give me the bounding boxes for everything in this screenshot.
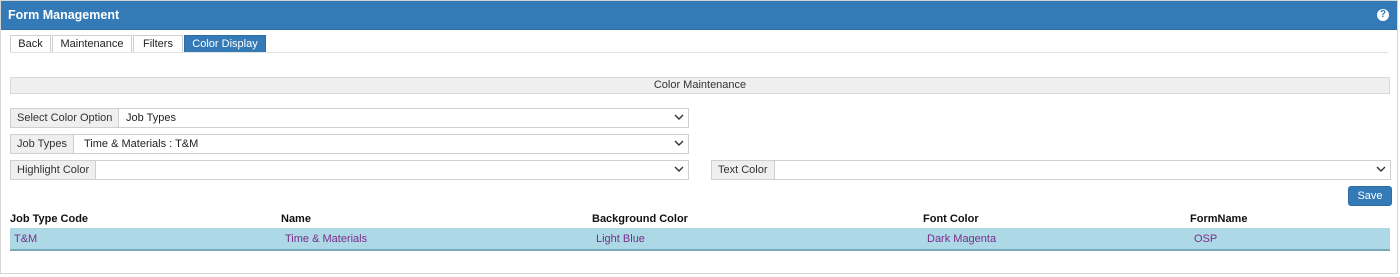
column-header-background-color[interactable]: Background Color — [592, 213, 688, 225]
tab-color-display[interactable]: Color Display — [184, 35, 266, 52]
text-color-select[interactable]: Text Color — [711, 160, 1391, 180]
cell-name: Time & Materials — [285, 233, 368, 245]
highlight-color-select[interactable]: Highlight Color — [10, 160, 689, 180]
tab-back[interactable]: Back — [10, 35, 51, 52]
cell-background-color: Light Blue — [596, 233, 645, 245]
text-color-label: Text Color — [712, 161, 775, 179]
chevron-down-icon — [674, 114, 684, 120]
help-icon[interactable]: ? — [1377, 9, 1389, 21]
save-button[interactable]: Save — [1348, 186, 1392, 206]
chevron-down-icon — [674, 140, 684, 146]
form-management-panel: Form Management ? Back Maintenance Filte… — [0, 0, 1398, 274]
column-header-font-color[interactable]: Font Color — [923, 213, 979, 225]
chevron-down-icon — [1376, 166, 1386, 172]
color-option-value: Job Types — [126, 112, 176, 124]
column-header-formname[interactable]: FormName — [1190, 213, 1247, 225]
color-option-label: Select Color Option — [11, 109, 120, 127]
tab-filters[interactable]: Filters — [133, 35, 183, 52]
cell-formname: OSP — [1194, 233, 1218, 245]
color-option-select[interactable]: Select Color Option Job Types — [10, 108, 689, 128]
cell-font-color: Dark Magenta — [927, 233, 997, 245]
section-title-bar: Color Maintenance — [10, 77, 1390, 94]
panel-header: Form Management ? — [1, 1, 1397, 30]
cell-job-type-code: T&M — [14, 233, 38, 245]
table-row[interactable] — [10, 228, 1390, 251]
highlight-color-label: Highlight Color — [11, 161, 97, 179]
tab-maintenance[interactable]: Maintenance — [52, 35, 132, 52]
column-header-name[interactable]: Name — [281, 213, 311, 225]
job-types-label: Job Types — [11, 135, 74, 153]
panel-title: Form Management — [8, 8, 120, 22]
tab-divider — [10, 52, 1388, 53]
column-header-job-type-code[interactable]: Job Type Code — [10, 213, 88, 225]
job-types-value: Time & Materials : T&M — [84, 138, 199, 150]
job-types-select[interactable]: Job Types Time & Materials : T&M — [10, 134, 689, 154]
chevron-down-icon — [674, 166, 684, 172]
